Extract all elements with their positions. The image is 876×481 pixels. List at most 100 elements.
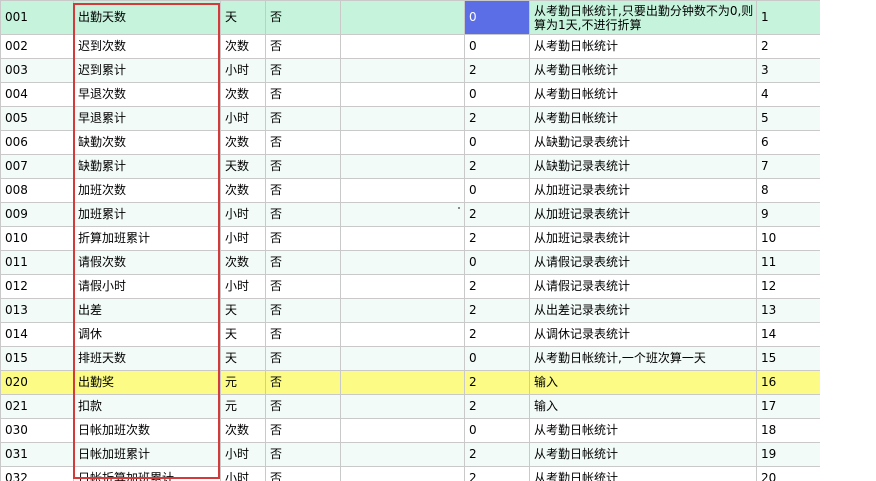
unit-cell[interactable]: 次数 — [220, 82, 266, 107]
item-name-cell[interactable]: 早退累计 — [73, 106, 221, 131]
decimals-cell[interactable]: 0 — [464, 418, 530, 443]
decimals-cell[interactable]: 0 — [464, 0, 530, 35]
unit-cell[interactable]: 天 — [220, 346, 266, 371]
table-row[interactable]: 014 调休天否 2 从调休记录表统计 14 — [0, 322, 820, 347]
decimals-cell[interactable]: 2 — [464, 322, 530, 347]
item-code-cell[interactable]: 012 — [0, 274, 74, 299]
empty-cell[interactable] — [340, 202, 465, 227]
flag-cell[interactable]: 否 — [265, 82, 341, 107]
item-name-cell[interactable]: 折算加班累计 — [73, 226, 221, 251]
empty-cell[interactable] — [340, 0, 465, 35]
item-name-cell[interactable]: 迟到累计 — [73, 58, 221, 83]
table-row[interactable]: 021 扣款元否 2 输入 17 — [0, 394, 820, 419]
sequence-cell[interactable]: 3 — [756, 58, 820, 83]
empty-cell[interactable] — [340, 154, 465, 179]
sequence-cell[interactable]: 9 — [756, 202, 820, 227]
table-row[interactable]: 007 缺勤累计 天数否 2 从缺勤记录表统计 7 — [0, 154, 820, 179]
empty-cell[interactable] — [340, 250, 465, 275]
source-description-cell[interactable]: 从加班记录表统计 — [529, 226, 757, 251]
decimals-cell[interactable]: 2 — [464, 466, 530, 481]
table-row[interactable]: 003 迟到累计 小时否 2 从考勤日帐统计 3 — [0, 58, 820, 83]
empty-cell[interactable] — [340, 274, 465, 299]
source-description-cell[interactable]: 从考勤日帐统计 — [529, 418, 757, 443]
decimals-cell[interactable]: 0 — [464, 178, 530, 203]
table-row[interactable]: 010 折算加班累计 小时否 2 从加班记录表统计 10 — [0, 226, 820, 251]
source-description-cell[interactable]: 从加班记录表统计 — [529, 178, 757, 203]
flag-cell[interactable]: 否 — [265, 0, 341, 35]
empty-cell[interactable] — [340, 442, 465, 467]
decimals-cell[interactable]: 0 — [464, 346, 530, 371]
flag-cell[interactable]: 否 — [265, 322, 341, 347]
source-description-cell[interactable]: 从请假记录表统计 — [529, 250, 757, 275]
empty-cell[interactable] — [340, 178, 465, 203]
decimals-cell[interactable]: 0 — [464, 34, 530, 59]
table-row[interactable]: 009 加班累计 小时否 2 从加班记录表统计 9 — [0, 202, 820, 227]
unit-cell[interactable]: 小时 — [220, 466, 266, 481]
item-code-cell[interactable]: 002 — [0, 34, 74, 59]
sequence-cell[interactable]: 8 — [756, 178, 820, 203]
flag-cell[interactable]: 否 — [265, 466, 341, 481]
item-code-cell[interactable]: 031 — [0, 442, 74, 467]
source-description-cell[interactable]: 从考勤日帐统计,只要出勤分钟数不为0,则算为1天,不进行折算 — [529, 0, 757, 35]
item-name-cell[interactable]: 调休 — [73, 322, 221, 347]
table-row[interactable]: 015 排班天数天否 0 从考勤日帐统计,一个班次算一天 15 — [0, 346, 820, 371]
sequence-cell[interactable]: 15 — [756, 346, 820, 371]
table-row[interactable]: 013 出差天否 2 从出差记录表统计 13 — [0, 298, 820, 323]
item-name-cell[interactable]: 加班累计 — [73, 202, 221, 227]
sequence-cell[interactable]: 19 — [756, 442, 820, 467]
empty-cell[interactable] — [340, 394, 465, 419]
sequence-cell[interactable]: 11 — [756, 250, 820, 275]
item-code-cell[interactable]: 021 — [0, 394, 74, 419]
empty-cell[interactable] — [340, 58, 465, 83]
item-code-cell[interactable]: 030 — [0, 418, 74, 443]
item-name-cell[interactable]: 请假次数 — [73, 250, 221, 275]
table-row[interactable]: 012 请假小时 小时否 2 从请假记录表统计 12 — [0, 274, 820, 299]
item-code-cell[interactable]: 005 — [0, 106, 74, 131]
unit-cell[interactable]: 天 — [220, 298, 266, 323]
item-code-cell[interactable]: 014 — [0, 322, 74, 347]
source-description-cell[interactable]: 从考勤日帐统计 — [529, 34, 757, 59]
decimals-cell[interactable]: 2 — [464, 58, 530, 83]
flag-cell[interactable]: 否 — [265, 394, 341, 419]
decimals-cell[interactable]: 0 — [464, 82, 530, 107]
sequence-cell[interactable]: 17 — [756, 394, 820, 419]
item-name-cell[interactable]: 请假小时 — [73, 274, 221, 299]
unit-cell[interactable]: 小时 — [220, 274, 266, 299]
empty-cell[interactable] — [340, 226, 465, 251]
source-description-cell[interactable]: 输入 — [529, 370, 757, 395]
sequence-cell[interactable]: 18 — [756, 418, 820, 443]
item-name-cell[interactable]: 排班天数 — [73, 346, 221, 371]
flag-cell[interactable]: 否 — [265, 418, 341, 443]
sequence-cell[interactable]: 5 — [756, 106, 820, 131]
item-name-cell[interactable]: 出勤奖 — [73, 370, 221, 395]
unit-cell[interactable]: 小时 — [220, 58, 266, 83]
unit-cell[interactable]: 天数 — [220, 154, 266, 179]
empty-cell[interactable] — [340, 418, 465, 443]
unit-cell[interactable]: 次数 — [220, 34, 266, 59]
item-name-cell[interactable]: 日帐加班累计 — [73, 442, 221, 467]
flag-cell[interactable]: 否 — [265, 202, 341, 227]
sequence-cell[interactable]: 14 — [756, 322, 820, 347]
item-code-cell[interactable]: 010 — [0, 226, 74, 251]
sequence-cell[interactable]: 2 — [756, 34, 820, 59]
item-name-cell[interactable]: 早退次数 — [73, 82, 221, 107]
flag-cell[interactable]: 否 — [265, 370, 341, 395]
item-name-cell[interactable]: 出差 — [73, 298, 221, 323]
item-code-cell[interactable]: 008 — [0, 178, 74, 203]
decimals-cell[interactable]: 2 — [464, 442, 530, 467]
table-row[interactable]: 032 日帐折算加班累计 小时否 2 从考勤日帐统计 20 — [0, 466, 820, 481]
sequence-cell[interactable]: 10 — [756, 226, 820, 251]
empty-cell[interactable] — [340, 370, 465, 395]
sequence-cell[interactable]: 6 — [756, 130, 820, 155]
table-row[interactable]: 030 日帐加班次数 次数否 0 从考勤日帐统计 18 — [0, 418, 820, 443]
flag-cell[interactable]: 否 — [265, 34, 341, 59]
item-name-cell[interactable]: 出勤天数 — [73, 0, 221, 35]
sequence-cell[interactable]: 12 — [756, 274, 820, 299]
source-description-cell[interactable]: 从考勤日帐统计 — [529, 106, 757, 131]
unit-cell[interactable]: 次数 — [220, 178, 266, 203]
item-name-cell[interactable]: 迟到次数 — [73, 34, 221, 59]
source-description-cell[interactable]: 从考勤日帐统计 — [529, 82, 757, 107]
decimals-cell[interactable]: 2 — [464, 274, 530, 299]
decimals-cell[interactable]: 2 — [464, 370, 530, 395]
empty-cell[interactable] — [340, 82, 465, 107]
